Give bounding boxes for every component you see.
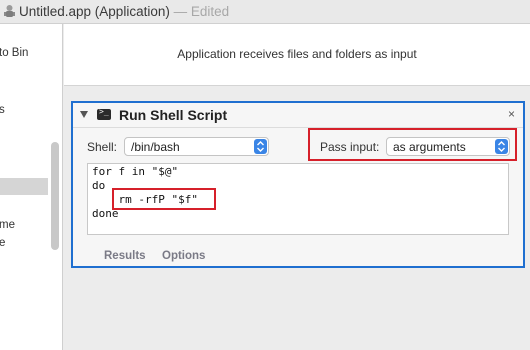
pass-input-popup-value: as arguments: [393, 140, 466, 154]
tab-options[interactable]: Options: [162, 250, 205, 262]
terminal-icon: >_: [97, 107, 111, 120]
pass-input-popup[interactable]: as arguments: [386, 137, 510, 156]
chevron-updown-icon: [254, 139, 267, 154]
command-highlight-box: [112, 188, 216, 210]
library-item[interactable]: e: [0, 237, 5, 249]
tab-results[interactable]: Results: [104, 250, 146, 262]
sidebar-scrollbar[interactable]: [51, 142, 59, 250]
chevron-updown-icon: [495, 139, 508, 154]
workflow-input-description: Application receives files and folders a…: [177, 47, 417, 61]
window-titlebar: Untitled.app (Application) — Edited: [0, 0, 530, 24]
automator-robot-icon: [4, 5, 15, 17]
close-icon[interactable]: ×: [508, 107, 515, 121]
shell-popup-value: /bin/bash: [131, 140, 180, 154]
action-header: >_ Run Shell Script ×: [73, 103, 523, 127]
library-item-selected[interactable]: [0, 178, 48, 195]
shell-label: Shell:: [87, 140, 118, 154]
run-shell-script-action[interactable]: >_ Run Shell Script × Shell: /bin/bash P…: [71, 101, 525, 268]
window-title-status: Edited: [190, 4, 230, 19]
workflow-header: Application receives files and folders a…: [64, 24, 530, 86]
window-title-separator: —: [173, 4, 188, 19]
library-item[interactable]: s: [0, 104, 5, 116]
library-item[interactable]: to Bin: [0, 47, 28, 59]
pass-input-label: Pass input:: [320, 140, 380, 154]
library-sidebar: to Bin s me e: [0, 24, 63, 350]
script-line: do: [92, 179, 106, 192]
action-title: Run Shell Script: [119, 107, 228, 123]
script-line: for f in "$@": [92, 165, 179, 178]
window-title: Untitled.app (Application) — Edited: [19, 4, 229, 19]
disclosure-triangle-icon[interactable]: [80, 111, 88, 118]
window-title-name: Untitled.app (Application): [19, 4, 170, 19]
library-item[interactable]: me: [0, 219, 15, 231]
shell-popup[interactable]: /bin/bash: [124, 137, 269, 156]
